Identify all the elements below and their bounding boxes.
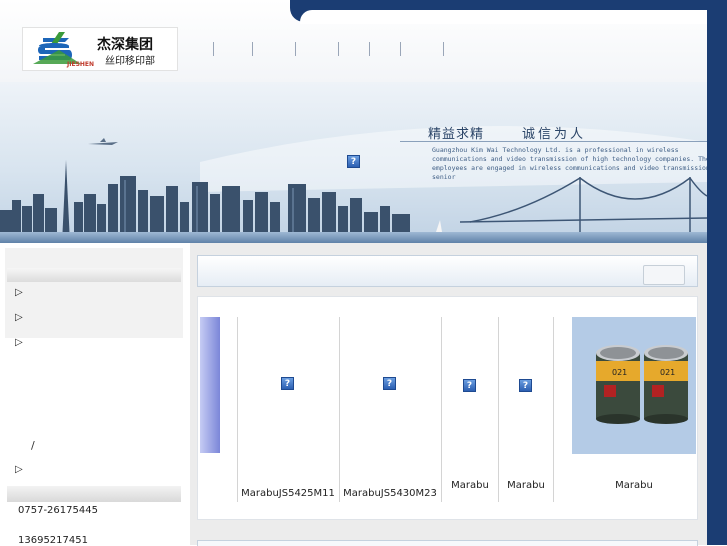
sidebar-arrow-icon[interactable]: ▷ (15, 287, 23, 298)
banner-slogan-1: 精益求精 (428, 127, 485, 142)
nav-separator (443, 42, 444, 56)
product-item[interactable] (200, 317, 220, 502)
product-name[interactable]: Marabu (499, 480, 553, 491)
product-name[interactable]: Marabu (442, 480, 498, 491)
contact-mobile: 13695217451 (18, 535, 88, 546)
nav-separator (369, 42, 370, 56)
banner: 精益求精 诚信为人 Guangzhou Kim Wai Technology L… (0, 82, 707, 243)
svg-text:021: 021 (612, 368, 627, 377)
right-edge-bar (707, 0, 727, 545)
broken-image-icon: ? (281, 377, 294, 390)
sidebar-menu-box (5, 248, 183, 338)
svg-text:021: 021 (660, 368, 675, 377)
main-content: ? MarabuJS5425M11 ? MarabuJS5430M23 ? Ma… (190, 243, 707, 546)
sidebar: ▷ ▷ ▷ / ▷ 0757-26175445 13695217451 (0, 243, 188, 546)
contact-header (7, 486, 181, 502)
product-item[interactable]: ? Marabu (499, 317, 553, 502)
ink-cans-image: 021 021 (572, 317, 696, 454)
product-item[interactable]: ? MarabuJS5425M11 (238, 317, 338, 502)
product-image-partial (200, 317, 220, 453)
logo-subtitle: 丝印移印部 (105, 56, 155, 67)
logo-title: 杰深集团 (97, 37, 153, 53)
sidebar-slash: / (31, 439, 35, 452)
product-name[interactable]: MarabuJS5425M11 (238, 488, 338, 499)
broken-image-icon: ? (519, 379, 532, 392)
product-item[interactable]: ? Marabu (442, 317, 498, 502)
section-titlebar (197, 255, 698, 287)
nav-separator (400, 42, 401, 56)
product-name[interactable]: Marabu (572, 480, 696, 491)
nav-separator (338, 42, 339, 56)
sidebar-arrow-icon[interactable]: ▷ (15, 464, 23, 475)
broken-image-icon: ? (383, 377, 396, 390)
broken-image-icon: ? (347, 155, 360, 168)
nav-separator (213, 42, 214, 56)
sidebar-arrow-icon[interactable]: ▷ (15, 312, 23, 323)
nav-separator (295, 42, 296, 56)
sidebar-menu-header (7, 268, 181, 282)
product-panel: ? MarabuJS5425M11 ? MarabuJS5430M23 ? Ma… (197, 296, 698, 520)
product-name[interactable]: MarabuJS5430M23 (340, 488, 440, 499)
nav-separator (252, 42, 253, 56)
logo-brand: JIESHEN (66, 61, 94, 68)
logo[interactable]: JIESHEN 杰深集团 丝印移印部 (22, 27, 178, 71)
jieshen-logo-icon: JIESHEN (33, 32, 94, 68)
banner-slogan-2: 诚信为人 (522, 127, 587, 142)
broken-image-icon: ? (463, 379, 476, 392)
next-section-titlebar (197, 540, 698, 546)
product-divider (553, 317, 554, 502)
header-curve (300, 10, 707, 24)
product-item[interactable]: 021 021 Marabu (572, 317, 696, 502)
sidebar-arrow-icon[interactable]: ▷ (15, 337, 23, 348)
banner-english-text: Guangzhou Kim Wai Technology Ltd. is a p… (432, 146, 707, 181)
more-button[interactable] (643, 265, 685, 285)
contact-phone: 0757-26175445 (18, 505, 98, 516)
product-item[interactable]: ? MarabuJS5430M23 (340, 317, 440, 502)
